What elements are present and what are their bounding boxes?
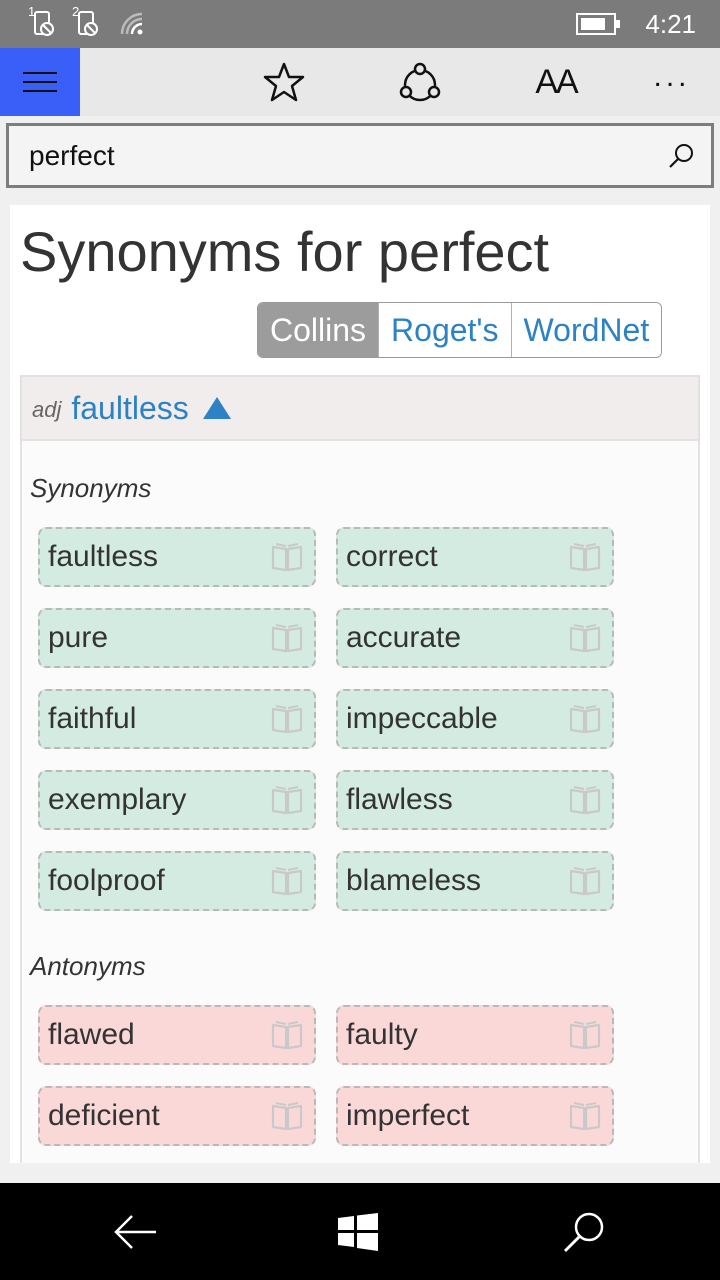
favorite-button[interactable]	[244, 48, 324, 116]
synonyms-grid: faultless correct pure accurate faithful impe…	[38, 527, 618, 911]
synonym-chip[interactable]: accurate	[336, 608, 614, 668]
part-of-speech: adj	[32, 397, 62, 422]
sense-panel: adj faultless Synonyms faultless correct p…	[20, 375, 700, 1163]
chip-word: flawed	[48, 1018, 135, 1051]
more-icon: ...	[653, 60, 691, 93]
synonym-chip[interactable]: pure	[38, 608, 316, 668]
tab-collins[interactable]: Collins	[258, 303, 379, 357]
search-button[interactable]	[659, 134, 703, 178]
search-nav-button[interactable]	[524, 1183, 644, 1280]
antonyms-label: Antonyms	[30, 951, 146, 981]
book-icon[interactable]	[270, 1100, 304, 1132]
chip-word: accurate	[346, 621, 462, 654]
hamburger-icon	[23, 72, 57, 92]
book-icon[interactable]	[568, 541, 602, 573]
chip-word: faulty	[346, 1018, 418, 1051]
synonyms-label: Synonyms	[30, 473, 152, 503]
chip-word: imperfect	[346, 1099, 470, 1132]
synonym-chip[interactable]: foolproof	[38, 851, 316, 911]
chip-word: exemplary	[48, 783, 187, 816]
source-tabs: Collins Roget's WordNet	[257, 302, 663, 358]
font-size-icon: AA	[535, 62, 578, 101]
book-icon[interactable]	[568, 1100, 602, 1132]
chip-word: impeccable	[346, 702, 498, 735]
book-icon[interactable]	[270, 784, 304, 816]
antonym-chip[interactable]: deficient	[38, 1086, 316, 1146]
chip-word: faithful	[48, 702, 137, 735]
book-icon[interactable]	[568, 1019, 602, 1051]
app-bar: AA ...	[0, 48, 720, 116]
sim1-label: 1	[28, 4, 36, 19]
chip-word: flawless	[346, 783, 453, 816]
wifi-icon	[118, 8, 146, 40]
book-icon[interactable]	[568, 622, 602, 654]
home-button[interactable]	[298, 1183, 418, 1280]
book-icon[interactable]	[270, 622, 304, 654]
book-icon[interactable]	[270, 541, 304, 573]
search-input[interactable]	[29, 126, 649, 185]
sense-header[interactable]: adj faultless	[22, 377, 698, 441]
antonym-chip[interactable]: flawed	[38, 1005, 316, 1065]
chip-word: pure	[48, 621, 109, 654]
sim1-no-signal-icon: 1	[28, 4, 56, 40]
book-icon[interactable]	[568, 865, 602, 897]
sim2-label: 2	[72, 4, 80, 19]
back-button[interactable]	[76, 1183, 196, 1280]
battery-icon	[576, 13, 620, 35]
star-icon	[263, 62, 305, 102]
battery-level	[581, 18, 605, 30]
windows-icon	[338, 1212, 378, 1251]
sim2-no-signal-icon: 2	[72, 4, 100, 40]
menu-button[interactable]	[0, 48, 80, 116]
clock: 4:21	[645, 9, 696, 39]
book-icon[interactable]	[568, 703, 602, 735]
book-icon[interactable]	[270, 865, 304, 897]
share-icon	[399, 62, 441, 102]
search-icon	[563, 1212, 604, 1252]
chip-word: faultless	[48, 540, 159, 573]
synonym-chip[interactable]: faultless	[38, 527, 316, 587]
chip-word: deficient	[48, 1099, 160, 1132]
synonym-chip[interactable]: impeccable	[336, 689, 614, 749]
collapse-arrow-icon[interactable]	[202, 397, 231, 419]
antonym-chip[interactable]: imperfect	[336, 1086, 614, 1146]
sense-word[interactable]: faultless	[71, 390, 188, 427]
chip-word: foolproof	[48, 864, 165, 897]
synonym-chip[interactable]: blameless	[336, 851, 614, 911]
chip-word: correct	[346, 540, 438, 573]
antonyms-grid: flawed faulty deficient imperfect	[38, 1005, 618, 1146]
synonym-chip[interactable]: faithful	[38, 689, 316, 749]
back-arrow-icon	[114, 1214, 156, 1249]
page-title: Synonyms for perfect	[20, 220, 550, 283]
tab-wordnet[interactable]: WordNet	[510, 303, 662, 357]
status-bar: 1 2 4:21	[0, 0, 720, 48]
synonym-chip[interactable]: exemplary	[38, 770, 316, 830]
more-button[interactable]: ...	[632, 48, 712, 116]
antonym-chip[interactable]: faulty	[336, 1005, 614, 1065]
book-icon[interactable]	[270, 1019, 304, 1051]
book-icon[interactable]	[568, 784, 602, 816]
search-box	[6, 123, 714, 188]
tab-rogets[interactable]: Roget's	[378, 303, 511, 357]
search-icon	[669, 144, 693, 168]
chip-word: blameless	[346, 864, 482, 897]
synonym-chip[interactable]: flawless	[336, 770, 614, 830]
content-area: Synonyms for perfect Collins Roget's Wor…	[10, 205, 710, 1163]
nav-bar	[0, 1183, 720, 1280]
share-button[interactable]	[380, 48, 460, 116]
font-size-button[interactable]: AA	[516, 48, 596, 116]
synonym-chip[interactable]: correct	[336, 527, 614, 587]
book-icon[interactable]	[270, 703, 304, 735]
